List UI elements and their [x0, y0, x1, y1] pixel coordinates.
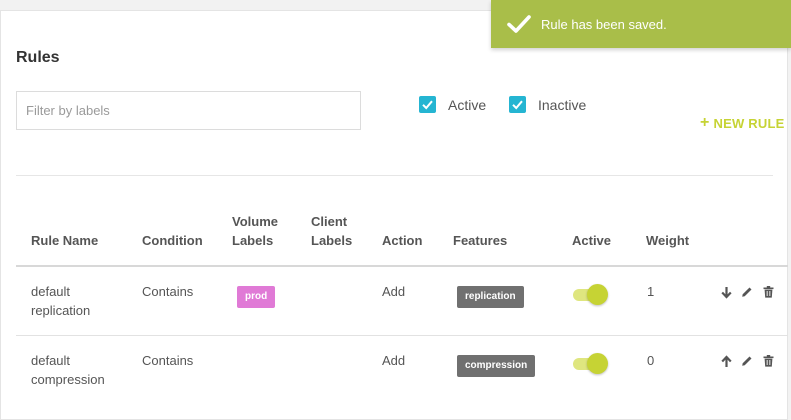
active-filter-checkbox[interactable]: Active	[419, 96, 486, 113]
page-title: Rules	[16, 49, 60, 66]
row-divider	[16, 335, 788, 336]
rule-name-line1: default	[31, 284, 71, 299]
column-header-features: Features	[453, 233, 508, 248]
checkbox-checked-icon[interactable]	[419, 96, 436, 113]
column-header-rule-name: Rule Name	[31, 233, 99, 248]
column-header-volume-line1: Volume	[232, 214, 278, 229]
action-cell: Add	[382, 353, 406, 368]
pencil-icon[interactable]	[740, 285, 754, 299]
column-header-active: Active	[572, 233, 612, 248]
column-header-client-line1: Client	[311, 214, 348, 229]
pencil-icon[interactable]	[740, 354, 754, 368]
toggle-knob[interactable]	[587, 353, 608, 374]
active-toggle[interactable]	[573, 352, 608, 374]
filter-labels-input[interactable]	[16, 91, 361, 130]
column-header-volume-labels: Volume Labels	[232, 212, 278, 250]
arrow-down-icon[interactable]	[719, 285, 733, 299]
feature-tag: compression	[457, 355, 536, 377]
trash-icon[interactable]	[761, 285, 775, 299]
new-rule-button[interactable]: + NEW RULE	[700, 115, 784, 131]
column-header-action: Action	[382, 233, 423, 248]
column-header-condition: Condition	[142, 233, 203, 248]
feature-tag: replication	[457, 286, 524, 308]
checkbox-checked-icon[interactable]	[509, 96, 526, 113]
arrow-up-icon[interactable]	[719, 354, 733, 368]
weight-cell: 1	[647, 284, 655, 299]
column-header-client-line2: Labels	[311, 233, 353, 248]
weight-cell: 0	[647, 353, 655, 368]
toggle-knob[interactable]	[587, 284, 608, 305]
inactive-filter-label: Inactive	[538, 96, 587, 113]
rule-name-line1: default	[31, 353, 71, 368]
column-header-volume-line2: Labels	[232, 233, 274, 248]
rule-name-cell: default replication	[31, 282, 90, 320]
column-header-weight: Weight	[646, 233, 690, 248]
success-toast: Rule has been saved.	[491, 0, 791, 48]
rule-name-line2: replication	[31, 303, 91, 318]
volume-label-tag: prod	[237, 286, 276, 308]
new-rule-label: NEW RULE	[713, 115, 785, 131]
trash-icon[interactable]	[761, 354, 775, 368]
column-header-client-labels: Client Labels	[311, 212, 352, 250]
check-icon	[507, 12, 531, 36]
condition-cell: Contains	[142, 353, 194, 368]
plus-icon: +	[700, 114, 710, 131]
toast-message: Rule has been saved.	[541, 16, 667, 32]
active-filter-label: Active	[448, 96, 487, 113]
rule-name-line2: compression	[31, 372, 105, 387]
table-header-divider	[16, 265, 788, 267]
active-toggle[interactable]	[573, 283, 608, 305]
condition-cell: Contains	[142, 284, 194, 299]
action-cell: Add	[382, 284, 406, 299]
rule-name-cell: default compression	[31, 351, 105, 389]
inactive-filter-checkbox[interactable]: Inactive	[509, 96, 586, 113]
divider	[16, 175, 773, 176]
